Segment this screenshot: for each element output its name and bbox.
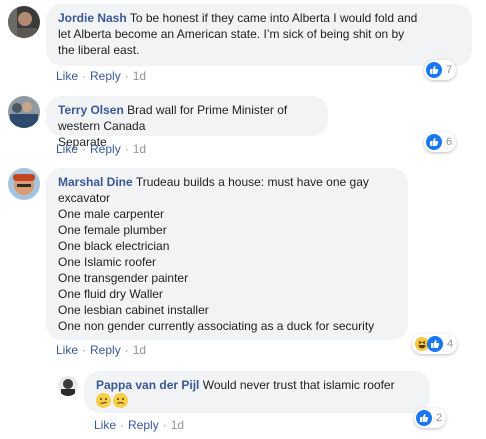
comment-bubble: Terry Olsen Brad wall for Prime Minister…: [46, 96, 328, 149]
avatar-photo-icon: [8, 96, 40, 128]
reply-link[interactable]: Reply: [90, 69, 121, 83]
separator: ·: [162, 418, 167, 432]
separator: ·: [124, 343, 129, 357]
avatar[interactable]: [58, 376, 78, 396]
reaction-count: 6: [446, 136, 453, 148]
reaction-summary[interactable]: 2: [414, 408, 447, 428]
reply-link[interactable]: Reply: [90, 142, 121, 156]
comment-actions: Like · Reply · 1d: [56, 342, 146, 358]
like-link[interactable]: Like: [56, 69, 78, 83]
comment-text-line: One non gender currently associating as …: [58, 319, 375, 333]
like-icon: [426, 134, 442, 150]
comment-text-line: excavator: [58, 191, 111, 205]
timestamp[interactable]: 1d: [133, 69, 146, 83]
comment-author[interactable]: Marshal Dine: [58, 175, 133, 189]
reply-link[interactable]: Reply: [128, 418, 159, 432]
separator: ·: [82, 69, 87, 83]
comment-text-line: One Islamic roofer: [58, 255, 157, 269]
reaction-summary[interactable]: 6: [424, 132, 457, 152]
avatar[interactable]: [8, 96, 40, 128]
comment-text-line: One fluid dry Waller: [58, 287, 163, 301]
confused-face-icon: [113, 393, 128, 408]
comment-text-line: the liberal east.: [58, 43, 140, 57]
separator: ·: [82, 142, 87, 156]
comment-text-line: Trudeau builds a house: must have one ga…: [135, 175, 369, 189]
comment-text-line: One transgender painter: [58, 271, 189, 285]
separator: ·: [82, 343, 87, 357]
avatar-photo-icon: [58, 376, 78, 396]
comment-author[interactable]: Pappa van der Pijl: [96, 378, 199, 392]
separator: ·: [124, 69, 129, 83]
like-icon: [416, 410, 432, 426]
timestamp[interactable]: 1d: [133, 343, 146, 357]
comment: Marshal Dine Trudeau builds a house: mus…: [0, 164, 486, 364]
reply-link[interactable]: Reply: [90, 343, 121, 357]
reaction-summary[interactable]: 4: [412, 334, 458, 354]
comment-bubble: Pappa van der Pijl Would never trust tha…: [84, 371, 430, 413]
comment: Terry Olsen Brad wall for Prime Minister…: [0, 92, 486, 162]
comment-text-line: Would never trust that islamic roofer: [202, 378, 395, 392]
confused-face-icon: [96, 393, 111, 408]
reaction-count: 2: [436, 412, 443, 424]
comment-bubble: Jordie Nash To be honest if they came in…: [46, 4, 472, 66]
timestamp[interactable]: 1d: [133, 142, 146, 156]
avatar-photo-icon: [8, 6, 40, 38]
comment-text-line: One female plumber: [58, 223, 167, 237]
like-icon: [427, 336, 443, 352]
timestamp[interactable]: 1d: [171, 418, 184, 432]
emoji-row: [96, 393, 418, 409]
comment-text-line: To be honest if they came into Alberta I…: [129, 11, 418, 25]
avatar-photo-icon: [8, 168, 40, 200]
comment-text-line: One black electrician: [58, 239, 170, 253]
like-link[interactable]: Like: [56, 343, 78, 357]
comment-text-line: let Alberta become an American state. I’…: [58, 27, 405, 41]
comment-actions: Like · Reply · 1d: [56, 68, 146, 84]
comment-actions: Like · Reply · 1d: [94, 417, 184, 433]
like-link[interactable]: Like: [94, 418, 116, 432]
like-link[interactable]: Like: [56, 142, 78, 156]
avatar[interactable]: [8, 6, 40, 38]
separator: ·: [124, 142, 129, 156]
avatar[interactable]: [8, 168, 40, 200]
comment-text-line: One lesbian cabinet installer: [58, 303, 209, 317]
comment-bubble: Marshal Dine Trudeau builds a house: mus…: [46, 168, 408, 340]
reaction-count: 4: [447, 338, 454, 350]
comment-actions: Like · Reply · 1d: [56, 141, 146, 157]
comment-text-line: One male carpenter: [58, 207, 165, 221]
comment: Jordie Nash To be honest if they came in…: [0, 0, 486, 88]
separator: ·: [120, 418, 125, 432]
reply-comment: Pappa van der Pijl Would never trust tha…: [0, 368, 486, 439]
comment-author[interactable]: Jordie Nash: [58, 11, 127, 25]
reaction-summary[interactable]: 7: [424, 60, 457, 80]
reaction-count: 7: [446, 64, 453, 76]
comment-author[interactable]: Terry Olsen: [58, 103, 124, 117]
like-icon: [426, 62, 442, 78]
